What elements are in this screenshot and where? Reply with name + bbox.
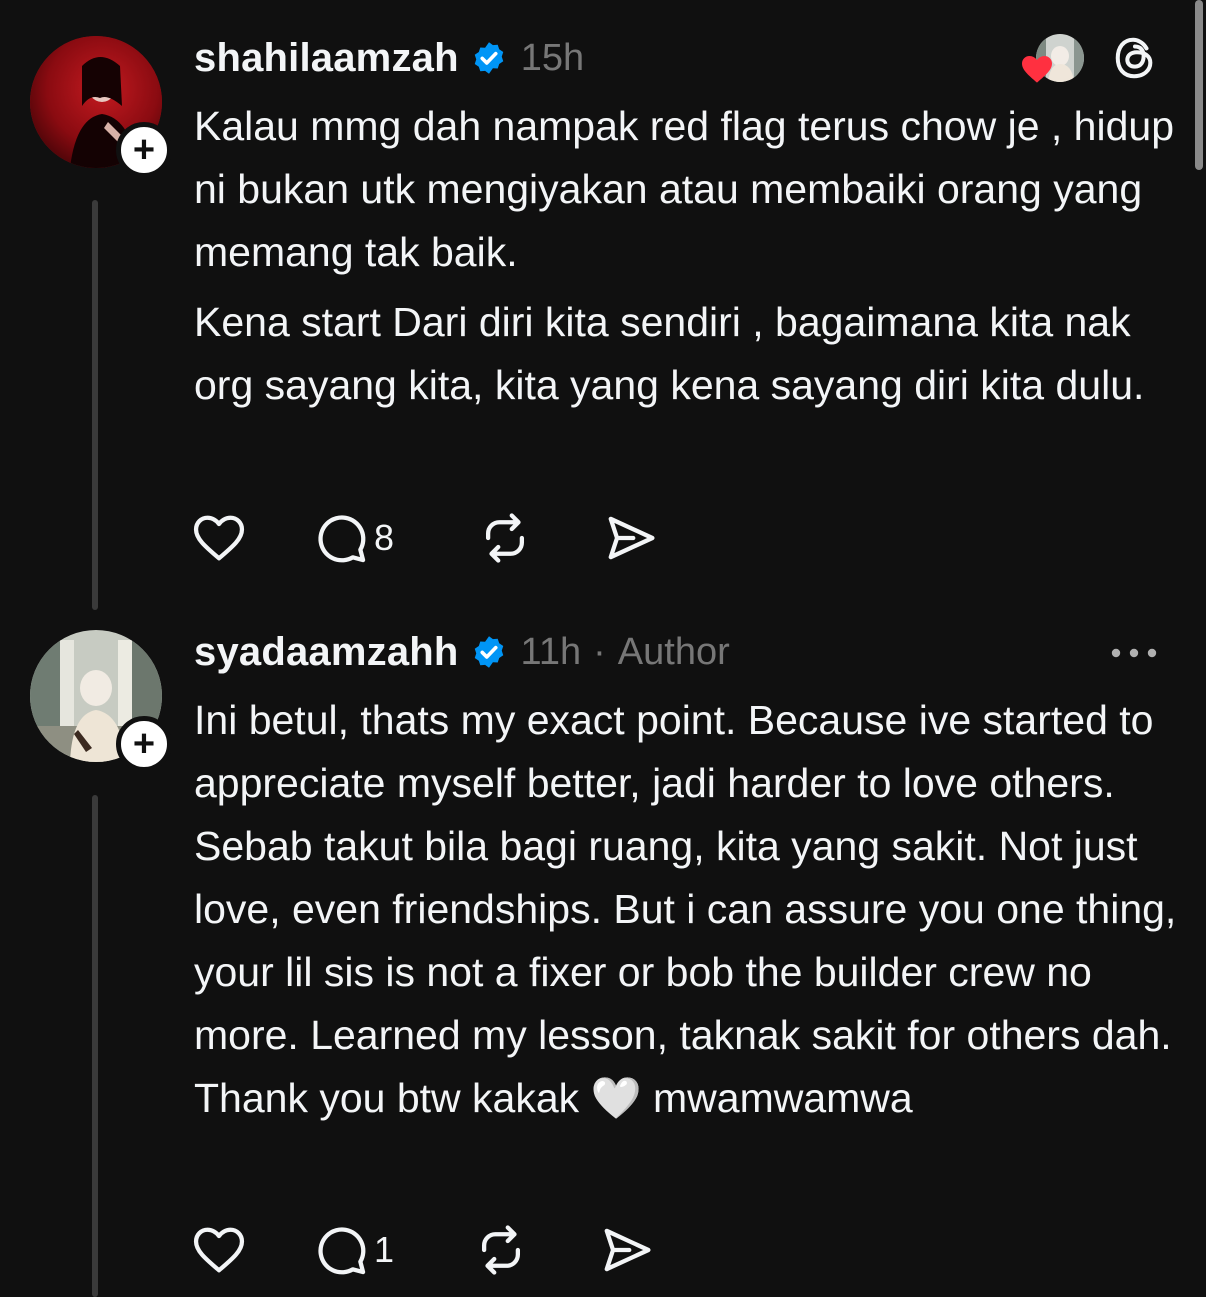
plus-icon: +: [132, 723, 156, 765]
comment-icon: [318, 1227, 366, 1275]
reply-button[interactable]: 8: [314, 511, 478, 565]
post-top-right: [1016, 30, 1158, 86]
post-text: Ini betul, thats my exact point. Because…: [194, 689, 1184, 1130]
verified-badge-icon: [474, 636, 503, 668]
heart-icon: [193, 1227, 245, 1273]
post-paragraph: Kalau mmg dah nampak red flag terus chow…: [194, 103, 1174, 275]
repost-button[interactable]: [474, 1223, 600, 1277]
username[interactable]: shahilaamzah: [194, 36, 459, 81]
action-bar: 8: [192, 508, 658, 568]
white-heart-emoji: 🤍: [590, 1075, 642, 1121]
send-icon: [604, 1228, 651, 1272]
separator-dot: ·: [593, 630, 606, 673]
thread-line: [92, 795, 98, 1297]
post-header: syadaamzahh 11h · Author: [194, 624, 730, 680]
more-icon: [1111, 648, 1157, 658]
post-header: shahilaamzah 15h: [194, 30, 584, 86]
share-button[interactable]: [604, 511, 658, 565]
heart-filled-icon: [1022, 56, 1052, 83]
threads-logo-icon[interactable]: [1112, 35, 1158, 81]
follow-button[interactable]: +: [116, 716, 172, 772]
reply-button[interactable]: 1: [314, 1223, 474, 1277]
reply-count: 8: [374, 517, 395, 558]
post-text-main: Ini betul, thats my exact point. Because…: [194, 697, 1177, 1121]
repost-icon: [485, 513, 525, 563]
post-text-tail: mwamwamwa: [653, 1075, 913, 1121]
thread-line: [92, 200, 98, 610]
action-bar: 1: [192, 1220, 654, 1280]
post-paragraph: Ini betul, thats my exact point. Because…: [194, 689, 1184, 1130]
heart-icon: [193, 515, 245, 561]
repost-button[interactable]: [478, 511, 604, 565]
author-liked-indicator[interactable]: [1016, 30, 1086, 86]
username[interactable]: syadaamzahh: [194, 630, 459, 675]
comment-icon: [318, 515, 366, 563]
repost-icon: [481, 1225, 521, 1275]
author-label: Author: [617, 630, 730, 673]
thread-post: + shahilaamzah 15h Kalau mmg dah nampak …: [0, 0, 1206, 610]
reply-count: 1: [374, 1229, 395, 1270]
timestamp: 11h: [520, 630, 582, 673]
like-button[interactable]: [192, 1225, 314, 1275]
plus-icon: +: [132, 129, 156, 171]
like-button[interactable]: [192, 513, 314, 563]
verified-badge-icon: [474, 42, 503, 74]
post-text: Kalau mmg dah nampak red flag terus chow…: [194, 95, 1184, 417]
send-icon: [608, 516, 655, 560]
more-options-button[interactable]: [1110, 630, 1158, 681]
timestamp: 15h: [520, 36, 585, 79]
post-paragraph: Kena start Dari diri kita sendiri , baga…: [194, 299, 1145, 408]
share-button[interactable]: [600, 1223, 654, 1277]
follow-button[interactable]: +: [116, 122, 172, 178]
